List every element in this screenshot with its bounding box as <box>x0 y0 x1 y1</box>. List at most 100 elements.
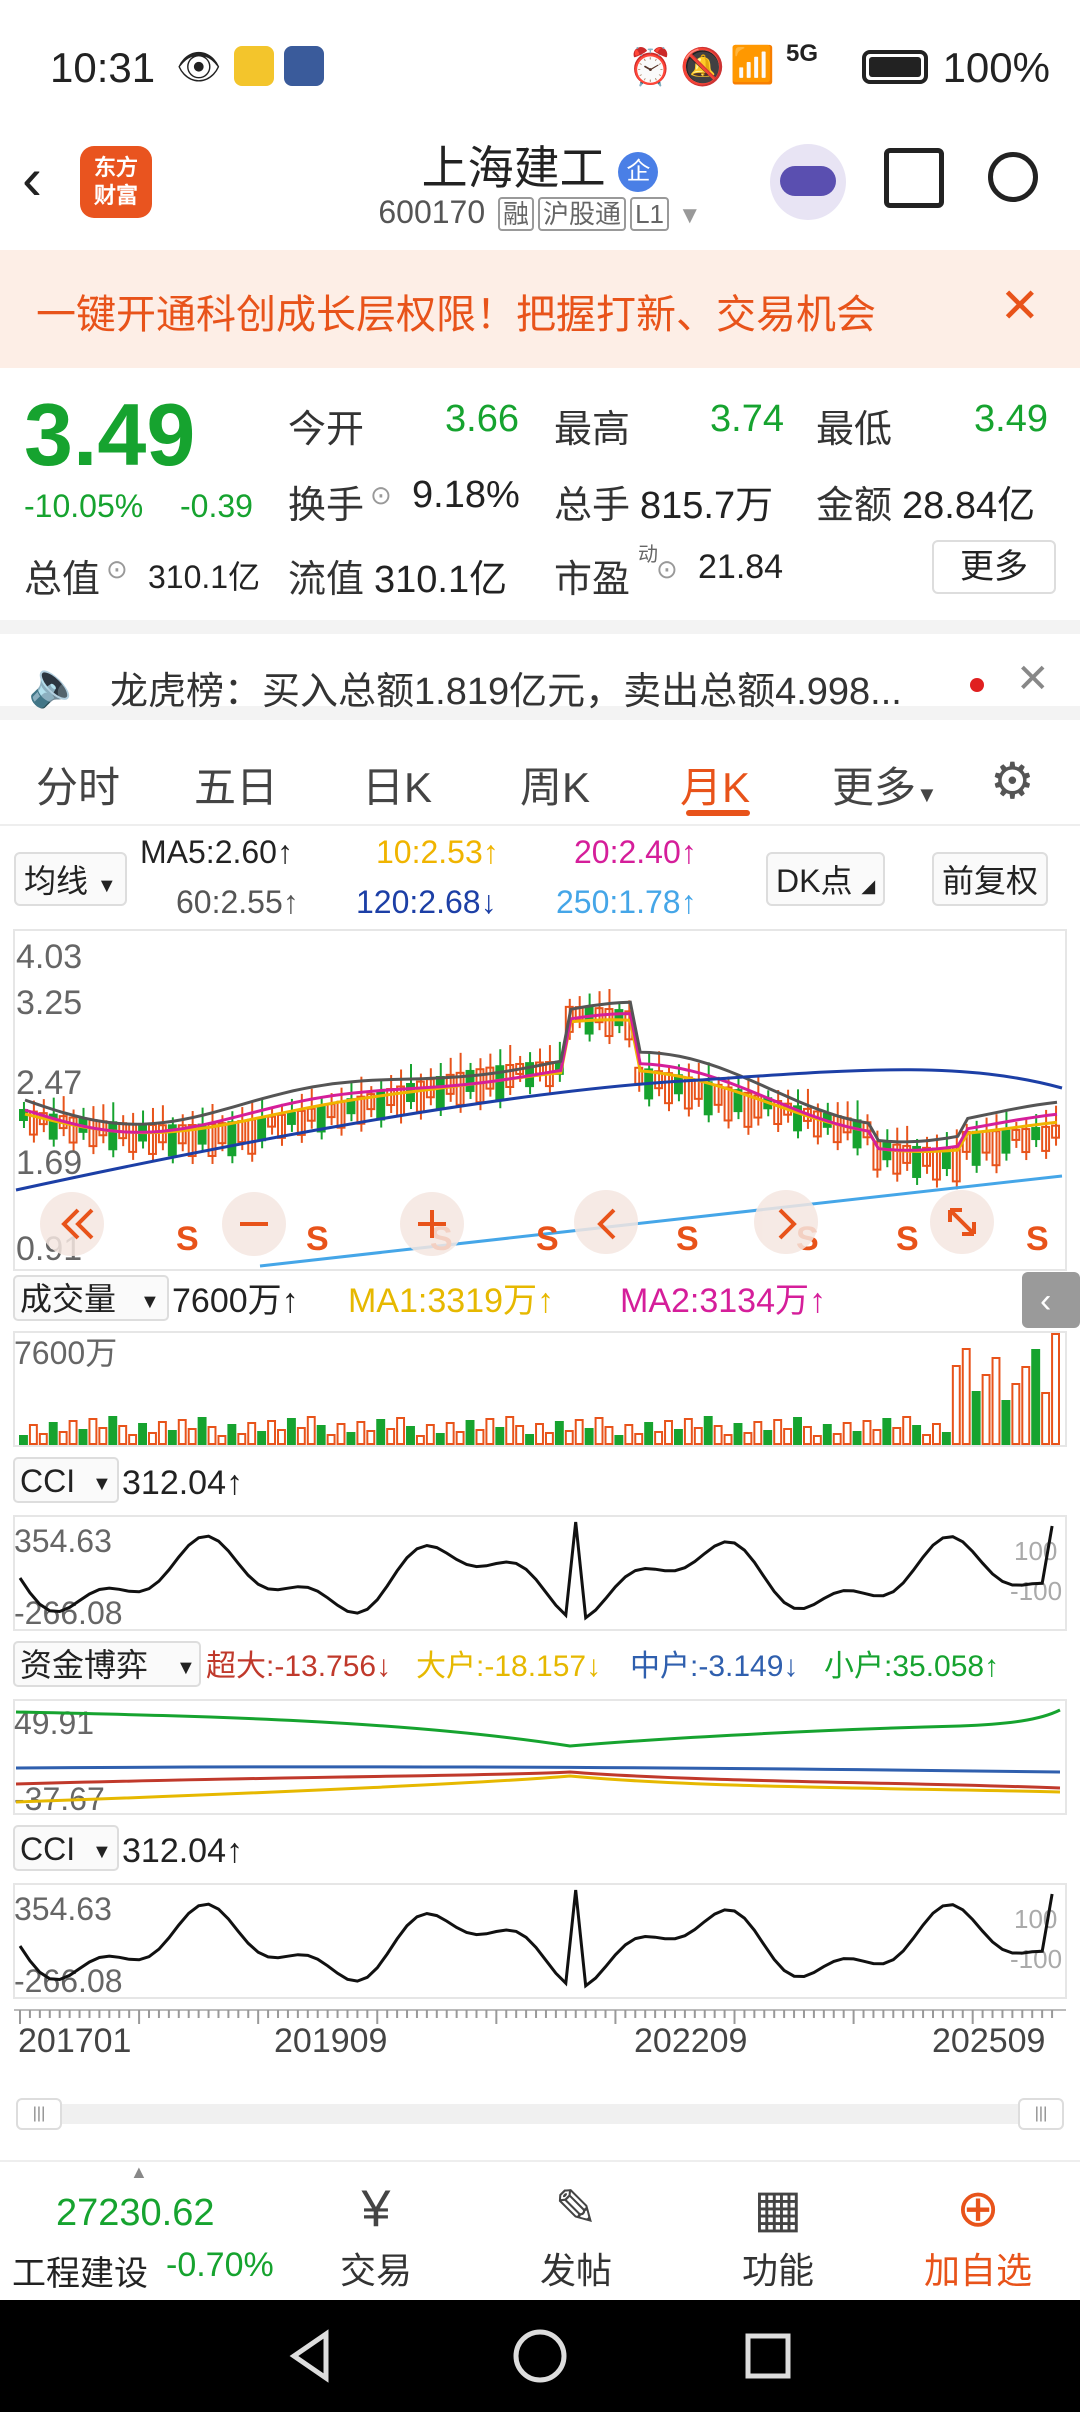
functions-button[interactable]: ▦ 功能 <box>698 2176 858 2294</box>
svg-text:‹: ‹ <box>1040 1282 1051 1320</box>
wifi-icon: 📶 <box>730 44 775 85</box>
unread-dot <box>970 678 984 692</box>
info-icon[interactable]: ⊙ <box>106 554 128 585</box>
volume-value: 815.7万 <box>640 485 774 527</box>
signal-marker: S <box>176 1220 199 1258</box>
cci-ref-low: -100 <box>1010 1576 1062 1606</box>
tab-daily-k[interactable]: 日K <box>362 754 432 815</box>
volume-bar <box>594 1417 604 1445</box>
dk-point-button[interactable]: DK点 ◢ <box>766 852 886 906</box>
volume-bar <box>425 1424 435 1445</box>
volume-bar <box>296 1427 306 1445</box>
range-slider[interactable]: ||| ||| <box>16 2098 1064 2130</box>
post-button[interactable]: ✎ 发帖 <box>496 2176 656 2294</box>
yen-cycle-icon: ¥ <box>361 2180 391 2238</box>
share-icon[interactable] <box>884 148 944 208</box>
volume-bar <box>306 1416 316 1445</box>
volume-bar <box>763 1430 773 1445</box>
robot-notification-icon <box>284 46 324 86</box>
index-name: 工程建设 <box>12 2255 148 2293</box>
nav-home-icon[interactable] <box>508 2324 572 2388</box>
speaker-icon: 🔈 <box>28 660 83 709</box>
add-watchlist-button[interactable]: ⊕ 加自选 <box>898 2176 1058 2294</box>
volume-bar <box>773 1419 783 1445</box>
cci-axis-bottom: -266.08 <box>14 1595 123 1631</box>
ma10-value: 10:2.53↑ <box>376 834 499 870</box>
price-axis-label: 1.69 <box>16 1144 82 1182</box>
volume-bar <box>693 1427 703 1445</box>
mktcap-value: 310.1亿 <box>148 559 261 595</box>
tab-intraday[interactable]: 分时 <box>36 754 120 815</box>
kline-chart[interactable]: 4.03 3.25 2.47 1.69 0.91 S S S S S S S S… <box>0 920 1080 2080</box>
active-tab-indicator <box>686 810 750 816</box>
adjust-button[interactable]: 前复权 <box>932 852 1049 906</box>
more-quote-button[interactable]: 更多 <box>932 540 1056 594</box>
ma20-value: 20:2.40↑ <box>574 834 697 870</box>
tab-more[interactable]: 更多▼ <box>832 754 938 815</box>
volume-axis-label: 7600万 <box>14 1335 117 1371</box>
turnover-value: 9.18% <box>412 474 520 516</box>
volume-bar <box>167 1430 177 1445</box>
tab-monthly-k[interactable]: 月K <box>680 754 750 815</box>
signal-marker: S <box>306 1220 329 1258</box>
search-icon[interactable] <box>988 152 1038 202</box>
tab-weekly-k[interactable]: 周K <box>520 754 590 815</box>
price-axis-label: 4.03 <box>16 938 82 976</box>
cci2-panel-frame <box>13 1883 1067 1999</box>
info-icon[interactable]: ⊙ <box>370 480 392 511</box>
ai-assistant-icon[interactable] <box>770 144 846 220</box>
mute-icon: 🔕 <box>680 46 725 87</box>
ma5-value: MA5:2.60↑ <box>140 834 293 870</box>
fund-large: 大户:-18.157↓ <box>416 1650 601 1683</box>
promo-banner[interactable]: 一键开通科创成长层权限！把握打新、交易机会 ✕ <box>0 250 1080 368</box>
volume-bar <box>406 1426 415 1445</box>
settings-gear-icon[interactable]: ⚙ <box>990 752 1035 810</box>
cci-panel-frame <box>13 1515 1067 1631</box>
signal-marker: S <box>1026 1220 1049 1258</box>
industry-index[interactable]: ▲ 27230.62 工程建设 -0.70% <box>0 2162 290 2302</box>
stock-header: ‹ 东方 财富 上海建工 企 600170 融沪股通 L1 ▼ <box>0 130 1080 248</box>
volume-bar <box>257 1431 267 1445</box>
battery-level: 100% <box>942 44 1050 91</box>
volume-bar <box>445 1422 455 1445</box>
volume-bar <box>128 1434 138 1445</box>
notice-text: 龙虎榜：买入总额1.819亿元，卖出总额4.998... <box>110 671 902 713</box>
volume-bar <box>207 1426 217 1445</box>
volume-bar <box>544 1432 554 1445</box>
fund-small-line <box>15 1708 1061 1748</box>
volume-bar <box>1051 1333 1060 1445</box>
signal-marker: S <box>896 1220 919 1258</box>
dragon-tiger-notice[interactable]: 🔈 龙虎榜：买入总额1.819亿元，卖出总额4.998... ✕ <box>0 620 1080 720</box>
chevron-down-icon: ▼ <box>92 1841 112 1863</box>
volume-bar <box>852 1431 862 1445</box>
volume-bar <box>951 1365 961 1445</box>
volume-label: 总手 <box>554 485 631 527</box>
volume-bar <box>366 1430 376 1445</box>
stock-name: 上海建工 <box>421 142 606 194</box>
close-icon[interactable]: ✕ <box>1000 278 1040 334</box>
volume-bar <box>316 1425 326 1445</box>
range-handle-right[interactable]: ||| <box>1018 2098 1064 2130</box>
range-handle-left[interactable]: ||| <box>16 2098 62 2130</box>
fund-mid-line <box>15 1765 1061 1774</box>
info-icon[interactable]: ⊙ <box>656 554 678 585</box>
trade-button[interactable]: ¥ 交易 <box>296 2176 456 2294</box>
price-panel-frame <box>13 929 1067 1271</box>
ma-line <box>24 1018 1058 1153</box>
fund-super-line <box>15 1770 1061 1790</box>
scroll-right-icon <box>754 1190 818 1254</box>
ma-selector[interactable]: 均线 ▼ <box>14 852 127 906</box>
close-icon[interactable]: ✕ <box>1016 656 1050 702</box>
ma60-value: 60:2.55↑ <box>176 884 299 920</box>
volume-bar <box>346 1432 356 1445</box>
tag-connect: 沪股通 <box>538 197 627 231</box>
time-axis-ticks <box>19 2010 1054 2024</box>
banner-text: 一键开通科创成长层权限！把握打新、交易机会 <box>36 293 876 337</box>
signal-marker: S <box>676 1220 699 1258</box>
volume-bar <box>48 1422 58 1445</box>
nav-recents-icon[interactable] <box>736 2324 800 2388</box>
index-change: -0.70% <box>166 2246 274 2284</box>
volume-bar <box>971 1391 981 1445</box>
tab-five-day[interactable]: 五日 <box>194 754 278 815</box>
nav-back-icon[interactable] <box>280 2324 344 2388</box>
